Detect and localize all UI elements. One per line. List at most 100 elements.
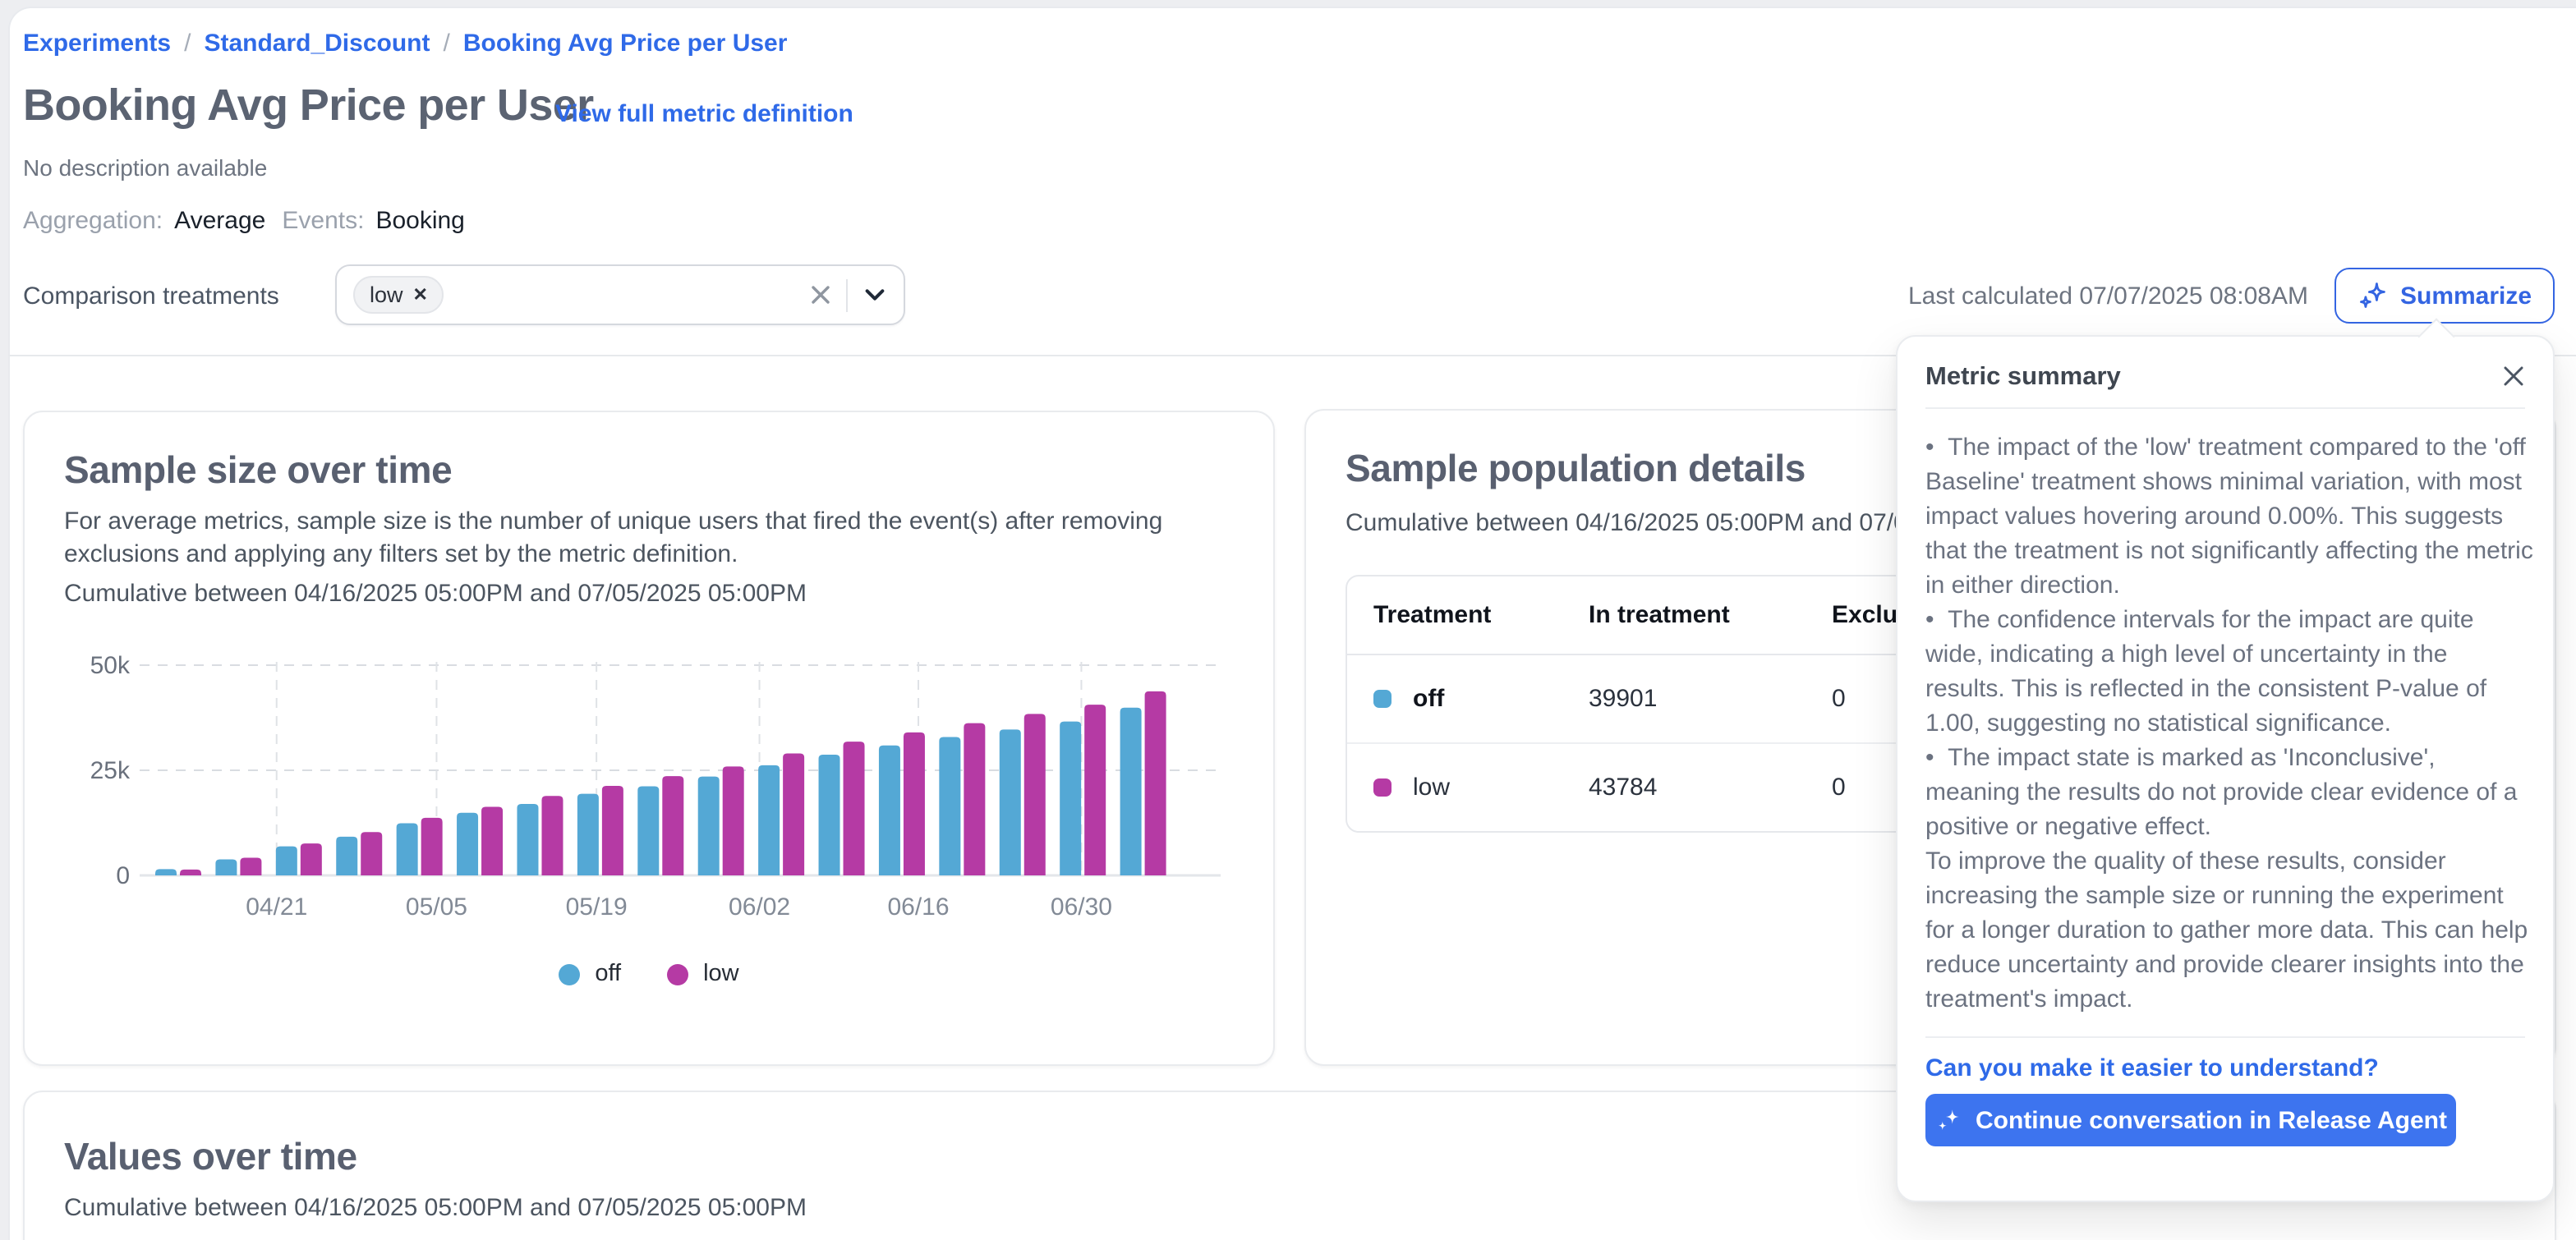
breadcrumb-separator: / xyxy=(184,30,191,57)
bar xyxy=(783,754,804,875)
breadcrumb-item[interactable]: Booking Avg Price per User xyxy=(463,30,788,57)
summary-paragraph: To improve the quality of these results,… xyxy=(1925,844,2533,1017)
popover-summary-text: • The impact of the 'low' treatment comp… xyxy=(1925,430,2533,1017)
bar xyxy=(336,837,357,875)
bar xyxy=(602,786,623,875)
treatment-cell: low xyxy=(1373,774,1589,801)
y-axis-tick: 25k xyxy=(90,757,131,784)
bar xyxy=(457,813,478,875)
close-icon[interactable] xyxy=(2497,360,2530,393)
col-in-treatment: In treatment xyxy=(1589,601,1832,629)
bar xyxy=(1145,691,1166,875)
breadcrumb: Experiments / Standard_Discount / Booking Av… xyxy=(23,30,787,57)
summarize-button-label: Summarize xyxy=(2400,282,2532,310)
events-label: Events: xyxy=(282,207,364,235)
bar xyxy=(1060,722,1081,875)
sample-size-description: For average metrics, sample size is the … xyxy=(64,506,1214,570)
y-axis-tick: 0 xyxy=(116,862,130,889)
continue-conversation-label: Continue conversation in Release Agent xyxy=(1976,1106,2447,1134)
summary-bullet: • The confidence intervals for the impac… xyxy=(1925,603,2533,741)
treatment-color-swatch xyxy=(1373,690,1392,708)
select-divider xyxy=(846,278,848,311)
metric-meta: Aggregation: Average Events: Booking xyxy=(23,207,465,235)
y-axis-tick: 50k xyxy=(90,652,131,679)
sample-size-card: Sample size over time For average metric… xyxy=(23,411,1275,1066)
x-axis-tick: 06/30 xyxy=(1051,893,1112,921)
aggregation-value: Average xyxy=(174,207,265,235)
breadcrumb-separator: / xyxy=(444,30,450,57)
bar xyxy=(481,807,503,875)
x-axis-tick: 04/21 xyxy=(246,893,307,921)
bar xyxy=(662,776,683,875)
metric-detail-page: Experiments / Standard_Discount / Booking Av… xyxy=(0,0,2576,1240)
page-title: Booking Avg Price per User xyxy=(23,80,594,131)
summary-bullet: • The impact of the 'low' treatment comp… xyxy=(1925,430,2533,603)
sample-size-cumulative: Cumulative between 04/16/2025 05:00PM an… xyxy=(64,580,807,608)
bar xyxy=(397,824,418,875)
continue-conversation-button[interactable]: Continue conversation in Release Agent xyxy=(1925,1094,2456,1146)
popover-divider-top xyxy=(1925,407,2525,409)
col-treatment: Treatment xyxy=(1373,601,1589,629)
events-value: Booking xyxy=(375,207,464,235)
comparison-treatments-select[interactable]: low✕ xyxy=(335,264,905,325)
metric-summary-popover: Metric summary • The impact of the 'low'… xyxy=(1896,335,2555,1202)
sparkle-icon xyxy=(1934,1107,1961,1133)
chip-remove-icon[interactable]: ✕ xyxy=(413,284,428,305)
legend-item[interactable]: off xyxy=(559,961,621,987)
x-axis-tick: 05/19 xyxy=(566,893,628,921)
bar xyxy=(1024,714,1046,875)
bar xyxy=(637,786,659,875)
followup-question-link[interactable]: Can you make it easier to understand? xyxy=(1925,1054,2379,1082)
bar xyxy=(361,832,382,875)
legend-label: off xyxy=(595,961,621,987)
in-treatment-value: 43784 xyxy=(1589,774,1832,801)
bar xyxy=(1000,729,1021,875)
legend-dot xyxy=(559,963,580,985)
x-axis-tick: 06/16 xyxy=(887,893,949,921)
legend-dot xyxy=(667,963,688,985)
metric-description: No description available xyxy=(23,154,267,181)
bar xyxy=(180,870,201,875)
bar xyxy=(964,723,985,875)
bar xyxy=(819,755,840,875)
chevron-down-icon[interactable] xyxy=(862,282,887,307)
last-calculated-text: Last calculated 07/07/2025 08:08AM xyxy=(1908,282,2308,310)
breadcrumb-item[interactable]: Standard_Discount xyxy=(204,30,430,57)
breadcrumb-item[interactable]: Experiments xyxy=(23,30,171,57)
bar xyxy=(758,765,780,875)
sample-size-bar-chart[interactable]: 0 25k 50k 04/21 05/05 05/19 06/02 06/16 06/30 xyxy=(64,626,1234,921)
bar xyxy=(844,742,865,875)
bar xyxy=(904,733,925,875)
bar xyxy=(155,869,177,875)
summarize-button[interactable]: Summarize xyxy=(2334,268,2555,324)
bar-chart-svg: 0 25k 50k 04/21 05/05 05/19 06/02 06/16 06/30 xyxy=(64,626,1234,921)
bar xyxy=(879,746,900,875)
treatment-name: off xyxy=(1413,685,1444,713)
bar xyxy=(723,766,744,875)
summary-bullet: • The impact state is marked as 'Inconcl… xyxy=(1925,741,2533,844)
bar xyxy=(215,860,237,875)
clear-icon[interactable] xyxy=(805,280,835,310)
legend-label: low xyxy=(703,961,739,987)
comparison-treatments-label: Comparison treatments xyxy=(23,282,279,310)
sample-size-title: Sample size over time xyxy=(64,448,452,493)
bar xyxy=(698,777,720,875)
bar xyxy=(240,857,261,875)
treatment-cell: off xyxy=(1373,685,1589,713)
x-axis-tick: 05/05 xyxy=(406,893,467,921)
bar xyxy=(1120,708,1142,875)
treatment-color-swatch xyxy=(1373,778,1392,797)
view-metric-definition-link[interactable]: View full metric definition xyxy=(555,100,853,128)
x-axis-tick: 06/02 xyxy=(729,893,790,921)
legend-item[interactable]: low xyxy=(667,961,739,987)
bar xyxy=(939,737,960,875)
sparkle-icon xyxy=(2358,281,2387,310)
chart-legend: off low xyxy=(25,961,1273,987)
bar xyxy=(421,818,443,875)
popover-title: Metric summary xyxy=(1925,363,2121,393)
bar xyxy=(541,796,563,875)
aggregation-label: Aggregation: xyxy=(23,207,163,235)
treatment-chip[interactable]: low✕ xyxy=(353,276,444,314)
selected-chips: low✕ xyxy=(353,276,444,314)
bar xyxy=(577,794,599,875)
